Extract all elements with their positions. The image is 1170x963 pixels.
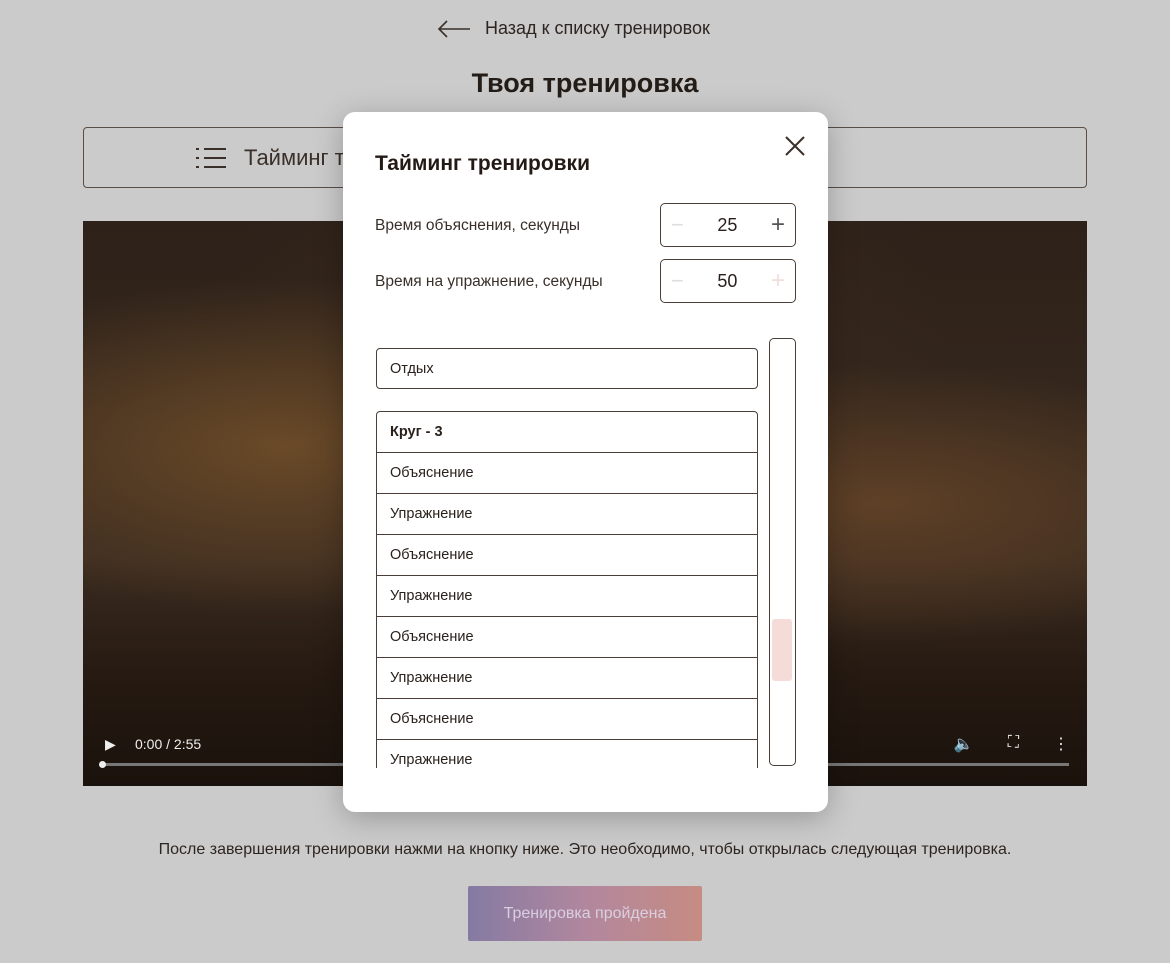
list-item: Упражнение bbox=[376, 493, 758, 535]
timing-list: Отдых Круг - 3 Объяснение Упражнение Объяс… bbox=[376, 338, 759, 768]
close-icon[interactable] bbox=[781, 132, 809, 160]
round-header: Круг - 3 bbox=[376, 411, 758, 453]
scrollbar[interactable] bbox=[769, 338, 796, 766]
workout-done-button[interactable]: Тренировка пройдена bbox=[468, 886, 702, 941]
rest-item: Отдых bbox=[376, 348, 758, 389]
scrollbar-thumb[interactable] bbox=[772, 619, 792, 681]
exercise-time-label: Время на упражнение, секунды bbox=[375, 273, 603, 290]
list-item: Объяснение bbox=[376, 698, 758, 740]
modal-title: Тайминг тренировки bbox=[375, 152, 590, 175]
fullscreen-icon[interactable]: ⛶ bbox=[1008, 734, 1019, 754]
explain-time-value[interactable]: 25 bbox=[717, 215, 737, 236]
list-item: Объяснение bbox=[376, 452, 758, 494]
minus-icon[interactable]: − bbox=[671, 268, 684, 294]
video-time: 0:00 / 2:55 bbox=[135, 736, 202, 752]
plus-icon[interactable]: + bbox=[771, 267, 785, 295]
play-icon[interactable]: ▶ bbox=[105, 736, 116, 753]
page-title: Твоя тренировка bbox=[471, 68, 699, 98]
list-item: Упражнение bbox=[376, 657, 758, 699]
explain-time-stepper[interactable]: − 25 + bbox=[660, 203, 796, 247]
back-link-label: Назад к списку тренировок bbox=[485, 18, 710, 38]
volume-icon[interactable]: 🔈 bbox=[954, 734, 974, 754]
list-icon bbox=[196, 147, 226, 168]
list-item: Упражнение bbox=[376, 575, 758, 617]
exercise-time-value[interactable]: 50 bbox=[717, 271, 737, 292]
exercise-time-stepper[interactable]: − 50 + bbox=[660, 259, 796, 303]
back-link[interactable]: Назад к списку тренировок bbox=[437, 18, 710, 39]
list-item: Упражнение bbox=[376, 739, 758, 768]
timing-modal: Тайминг тренировки Время объяснения, сек… bbox=[343, 112, 828, 812]
explain-time-label: Время объяснения, секунды bbox=[375, 217, 580, 234]
plus-icon[interactable]: + bbox=[771, 211, 785, 239]
list-item: Объяснение bbox=[376, 616, 758, 658]
minus-icon[interactable]: − bbox=[671, 212, 684, 238]
arrow-left-icon bbox=[437, 19, 470, 38]
completion-note: После завершения тренировки нажми на кно… bbox=[158, 841, 1012, 858]
more-icon[interactable]: ⋮ bbox=[1053, 734, 1069, 754]
list-item: Объяснение bbox=[376, 534, 758, 576]
